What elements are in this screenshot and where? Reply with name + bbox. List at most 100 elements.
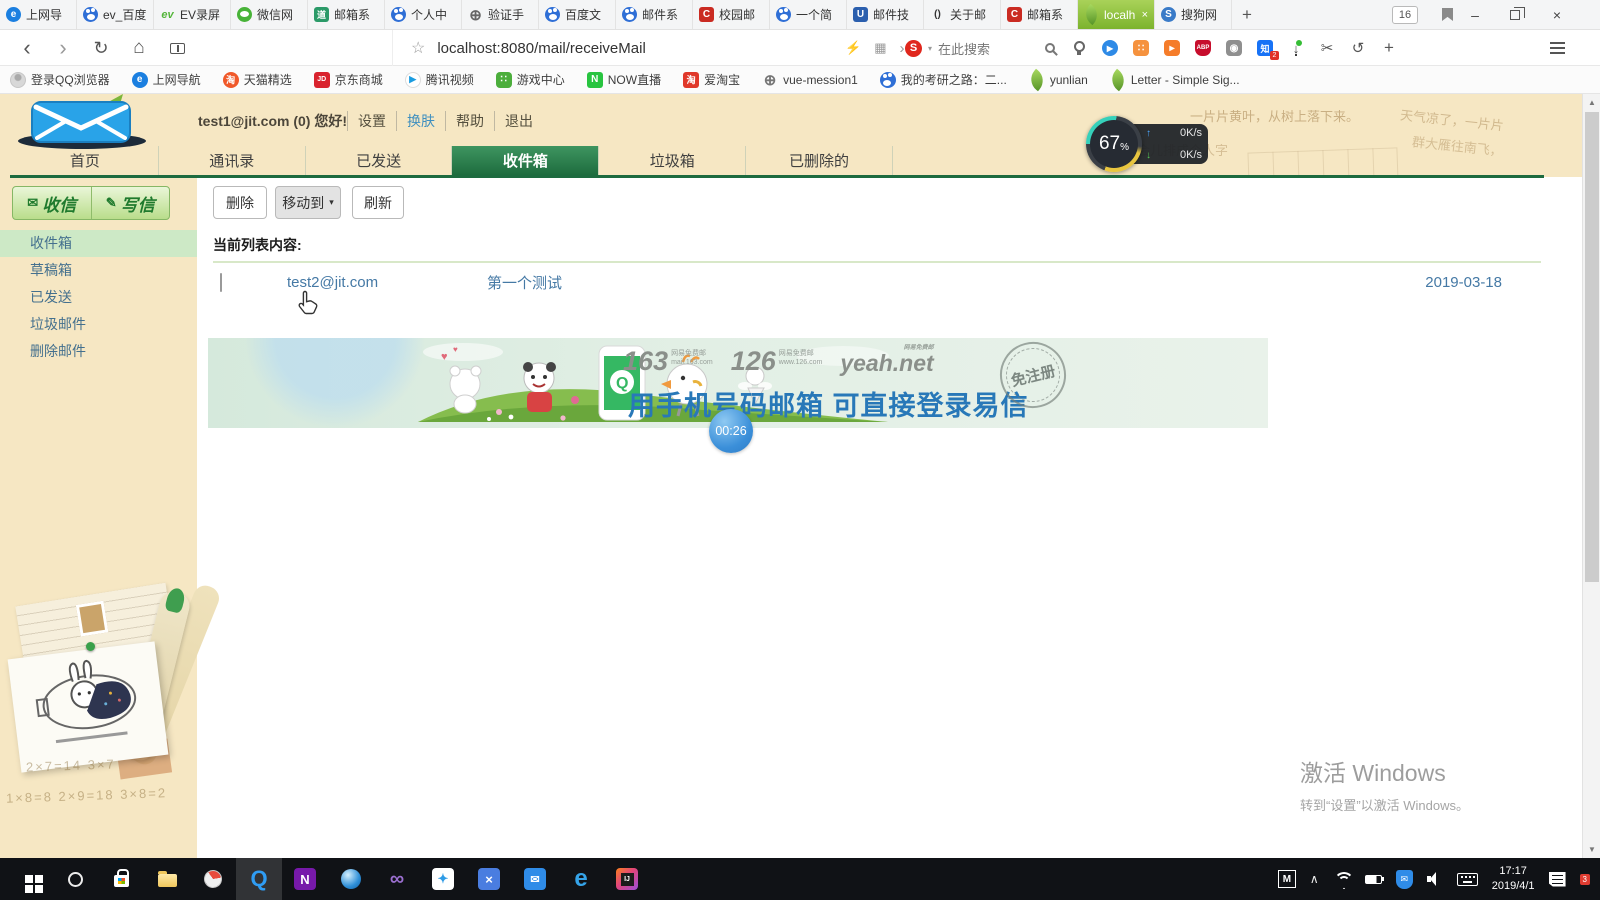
compose-mail-button[interactable]: ✎ 写信 — [91, 187, 170, 219]
browser-tab[interactable]: U 邮件技 — [847, 0, 924, 29]
mail-nav-tab[interactable]: 已删除的 — [746, 146, 893, 175]
lamp-extension-icon[interactable] — [1070, 39, 1088, 57]
disc-app-icon[interactable] — [190, 858, 236, 900]
engine-caret-icon[interactable]: ▾ — [928, 44, 932, 53]
bookmark-item[interactable]: Letter - Simple Sig... — [1110, 72, 1240, 88]
bookmark-item[interactable]: ⊕ vue-mession1 — [762, 72, 858, 88]
delete-button[interactable]: 删除 — [213, 186, 267, 219]
browser-tab[interactable]: 个人中 — [385, 0, 462, 29]
header-link[interactable]: 退出 — [494, 111, 543, 131]
add-icon[interactable]: + — [1380, 39, 1398, 57]
file-explorer-icon[interactable] — [144, 858, 190, 900]
scroll-down-icon[interactable]: ▼ — [1583, 841, 1600, 858]
mail-nav-tab[interactable]: 首页 — [12, 146, 159, 175]
sidebar-item[interactable]: 删除邮件 — [0, 338, 197, 365]
search-icon[interactable] — [52, 858, 98, 900]
tab-count-badge[interactable]: 16 — [1392, 6, 1418, 24]
header-link[interactable]: 帮助 — [445, 111, 494, 131]
url-text[interactable]: localhost:8080/mail/receiveMail — [437, 40, 645, 57]
search-placeholder[interactable]: 在此搜索 — [938, 39, 990, 58]
menu-icon[interactable] — [1540, 30, 1574, 66]
email-checkbox[interactable] — [220, 273, 222, 292]
wifi-icon[interactable] — [1333, 872, 1351, 886]
tab-close-icon[interactable]: × — [1142, 9, 1148, 21]
bookmark-item[interactable]: JD 京东商城 — [314, 71, 383, 88]
browser-tab[interactable]: ⊕ 验证手 — [462, 0, 539, 29]
refresh-icon[interactable]: ↻ — [84, 30, 118, 66]
sidebar-item[interactable]: 已发送 — [0, 284, 197, 311]
intellij-idea-icon[interactable]: IJ — [604, 858, 650, 900]
screen-record-extension-icon[interactable]: ▸ — [1163, 39, 1181, 57]
favorite-star-icon[interactable]: ☆ — [411, 38, 425, 58]
taskbar-clock[interactable]: 17:17 2019/4/1 — [1492, 864, 1535, 894]
bookmark-item[interactable]: yunlian — [1029, 72, 1088, 88]
sidebar-item[interactable]: 垃圾邮件 — [0, 311, 197, 338]
browser-tab[interactable]: e 上网导 — [0, 0, 77, 29]
scroll-up-icon[interactable]: ▲ — [1583, 94, 1600, 111]
sogou-engine-icon[interactable]: S — [905, 40, 922, 57]
hexagon-app-icon[interactable]: × — [466, 858, 512, 900]
screenshot-extension-icon[interactable]: ◉ — [1225, 39, 1243, 57]
browser-tab[interactable]: ev_百度 — [77, 0, 154, 29]
back-icon[interactable]: ‹ — [10, 30, 44, 66]
sogou-browser-icon[interactable] — [328, 858, 374, 900]
forward-icon[interactable]: › — [46, 30, 80, 66]
browser-tab[interactable]: 百度文 — [539, 0, 616, 29]
browser-tab[interactable]: 邮件系 — [616, 0, 693, 29]
browser-tab[interactable]: 道 邮箱系 — [308, 0, 385, 29]
ad-countdown-badge[interactable]: 00:26 — [709, 409, 753, 453]
zhihu-extension-icon[interactable]: 知 2 — [1256, 39, 1274, 57]
browser-tab[interactable]: 一个简 — [770, 0, 847, 29]
mail-master-icon[interactable]: ✉ — [512, 858, 558, 900]
refresh-list-button[interactable]: 刷新 — [352, 186, 404, 219]
bookmark-item[interactable]: N NOW直播 — [587, 71, 661, 88]
undo-icon[interactable]: ↺ — [1349, 39, 1367, 57]
home-icon[interactable]: ⌂ — [122, 30, 156, 66]
minimize-button[interactable]: – — [1456, 0, 1494, 30]
receive-mail-button[interactable]: ✉ 收信 — [13, 187, 91, 219]
browser-tab[interactable]: () 关于邮 — [924, 0, 1001, 29]
battery-icon[interactable] — [1365, 875, 1382, 884]
sidebar-item[interactable]: 收件箱 — [0, 230, 197, 257]
header-link[interactable]: 设置 — [347, 111, 396, 131]
email-subject-link[interactable]: 第一个测试 — [487, 272, 1401, 293]
bookmark-item[interactable]: 登录QQ浏览器 — [10, 71, 110, 88]
reading-mode-icon[interactable] — [160, 30, 194, 66]
video-play-extension-icon[interactable]: ▶ — [1101, 39, 1119, 57]
gamepad-extension-icon[interactable]: ∷ — [1132, 39, 1150, 57]
mail-nav-tab[interactable]: 垃圾箱 — [599, 146, 746, 175]
notification-center-icon[interactable] — [1549, 872, 1566, 887]
email-sender-link[interactable]: test2@jit.com — [287, 274, 487, 291]
bookmark-item[interactable]: ▶ 腾讯视频 — [405, 71, 474, 88]
address-bar[interactable]: ☆ localhost:8080/mail/receiveMail — [392, 30, 646, 66]
keyboard-icon[interactable] — [1457, 873, 1478, 886]
mail-tray-icon[interactable]: ✉ — [1396, 870, 1413, 889]
accelerator-ball[interactable]: 67% — [1086, 116, 1142, 172]
browser-tab[interactable]: localh × — [1078, 0, 1155, 29]
email-row[interactable]: test2@jit.com 第一个测试 2019-03-18 — [213, 266, 1541, 298]
start-button[interactable] — [6, 858, 52, 900]
browser-tab[interactable]: 微信网 — [231, 0, 308, 29]
expand-arrow-icon[interactable]: › — [899, 40, 904, 57]
store-icon[interactable] — [98, 858, 144, 900]
browser-tab[interactable]: C 邮箱系 — [1001, 0, 1078, 29]
new-tab-button[interactable]: + — [1232, 0, 1262, 29]
mail-nav-tab[interactable]: 收件箱 — [452, 146, 599, 175]
bookmark-item[interactable]: ∷ 游戏中心 — [496, 71, 565, 88]
m-tray-icon[interactable]: M — [1278, 870, 1296, 888]
bookmark-item[interactable]: 我的考研之路：二... — [880, 71, 1007, 88]
sidebar-item[interactable]: 草稿箱 — [0, 257, 197, 284]
mail-nav-tab[interactable]: 已发送 — [306, 146, 453, 175]
browser-tab[interactable]: ev EV录屏 — [154, 0, 231, 29]
visual-studio-icon[interactable]: ∞ — [374, 858, 420, 900]
feiq-icon[interactable]: ✦ — [420, 858, 466, 900]
browser-tab[interactable]: S 搜狗网 — [1155, 0, 1232, 29]
close-button[interactable]: × — [1538, 0, 1576, 30]
download-icon[interactable]: ↓ — [1287, 39, 1305, 57]
move-to-button[interactable]: 移动到 ▾ — [275, 186, 341, 219]
header-link[interactable]: 换肤 — [396, 111, 445, 131]
qr-code-icon[interactable]: ▦ — [874, 40, 886, 56]
edge-icon[interactable]: e — [558, 858, 604, 900]
bookmark-item[interactable]: 淘 爱淘宝 — [683, 71, 740, 88]
mail-nav-tab[interactable]: 通讯录 — [159, 146, 306, 175]
